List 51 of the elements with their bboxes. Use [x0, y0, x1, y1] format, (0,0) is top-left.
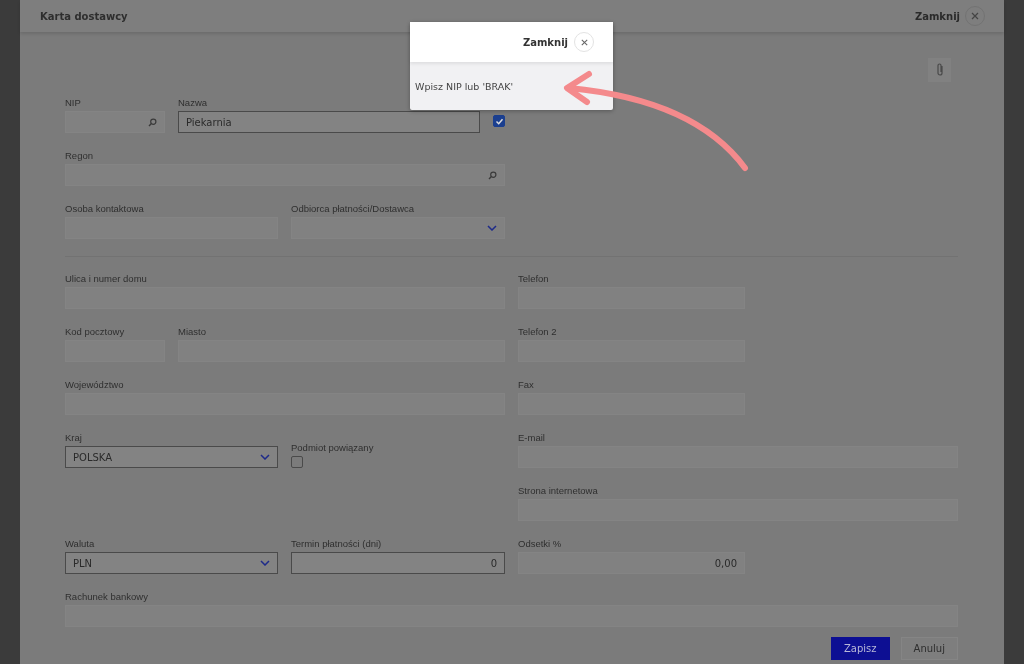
- select-value: PLN: [73, 557, 93, 569]
- select-field[interactable]: PLN: [65, 552, 278, 574]
- search-field[interactable]: [65, 164, 505, 186]
- field-label: Odbiorca płatności/Dostawca: [291, 203, 416, 214]
- field-label: Regon: [65, 150, 94, 161]
- field-value: 0: [490, 557, 497, 569]
- field-label: Telefon 2: [518, 326, 558, 337]
- attachment-button[interactable]: [928, 58, 951, 82]
- field-label: Kraj: [65, 432, 83, 443]
- field-label: Osoba kontaktowa: [65, 203, 145, 214]
- search-icon: [488, 170, 497, 180]
- select-field[interactable]: [291, 217, 505, 239]
- popup-message: Wpisz NIP lub 'BRAK': [415, 80, 514, 92]
- input-field[interactable]: Piekarnia: [178, 111, 480, 133]
- checkbox[interactable]: [493, 115, 505, 127]
- field-label: E-mail: [518, 432, 546, 443]
- number-field[interactable]: 0: [291, 552, 505, 574]
- field-label: Odsetki %: [518, 538, 563, 549]
- field-label: Podmiot powiązany: [291, 442, 375, 453]
- search-field[interactable]: [65, 111, 165, 133]
- field-label: Województwo: [65, 379, 125, 390]
- chevron-down-icon: [487, 225, 497, 231]
- field-label: Kod pocztowy: [65, 326, 126, 337]
- number-field[interactable]: 0,00: [518, 552, 745, 574]
- field-value: 0,00: [714, 557, 737, 569]
- save-button[interactable]: Zapisz: [831, 637, 890, 660]
- field-value: Piekarnia: [186, 116, 232, 128]
- field-label: Fax: [518, 379, 535, 390]
- field-label: Waluta: [65, 538, 96, 549]
- close-button[interactable]: [965, 6, 985, 26]
- field-label: Nazwa: [178, 97, 209, 108]
- close-label: Zamknij: [914, 10, 960, 22]
- paperclip-icon: [934, 62, 945, 78]
- search-icon: [148, 117, 157, 127]
- select-field[interactable]: POLSKA: [65, 446, 278, 468]
- close-label: Zamknij: [522, 36, 568, 48]
- close-icon: [970, 11, 980, 21]
- field-label: Rachunek bankowy: [65, 591, 149, 602]
- checkbox[interactable]: [291, 456, 303, 468]
- field-label: Telefon: [518, 273, 550, 284]
- chevron-down-icon: [260, 454, 270, 460]
- check-icon: [494, 116, 504, 126]
- field-label: NIP: [65, 97, 82, 108]
- window-title: Karta dostawcy: [40, 10, 128, 22]
- select-value: POLSKA: [73, 451, 113, 463]
- field-label: Strona internetowa: [518, 485, 599, 496]
- chevron-down-icon: [260, 560, 270, 566]
- cancel-button[interactable]: Anuluj: [900, 637, 958, 660]
- close-icon: [579, 37, 589, 47]
- field-label: Termin płatności (dni): [291, 538, 383, 549]
- field-label: Miasto: [178, 326, 207, 337]
